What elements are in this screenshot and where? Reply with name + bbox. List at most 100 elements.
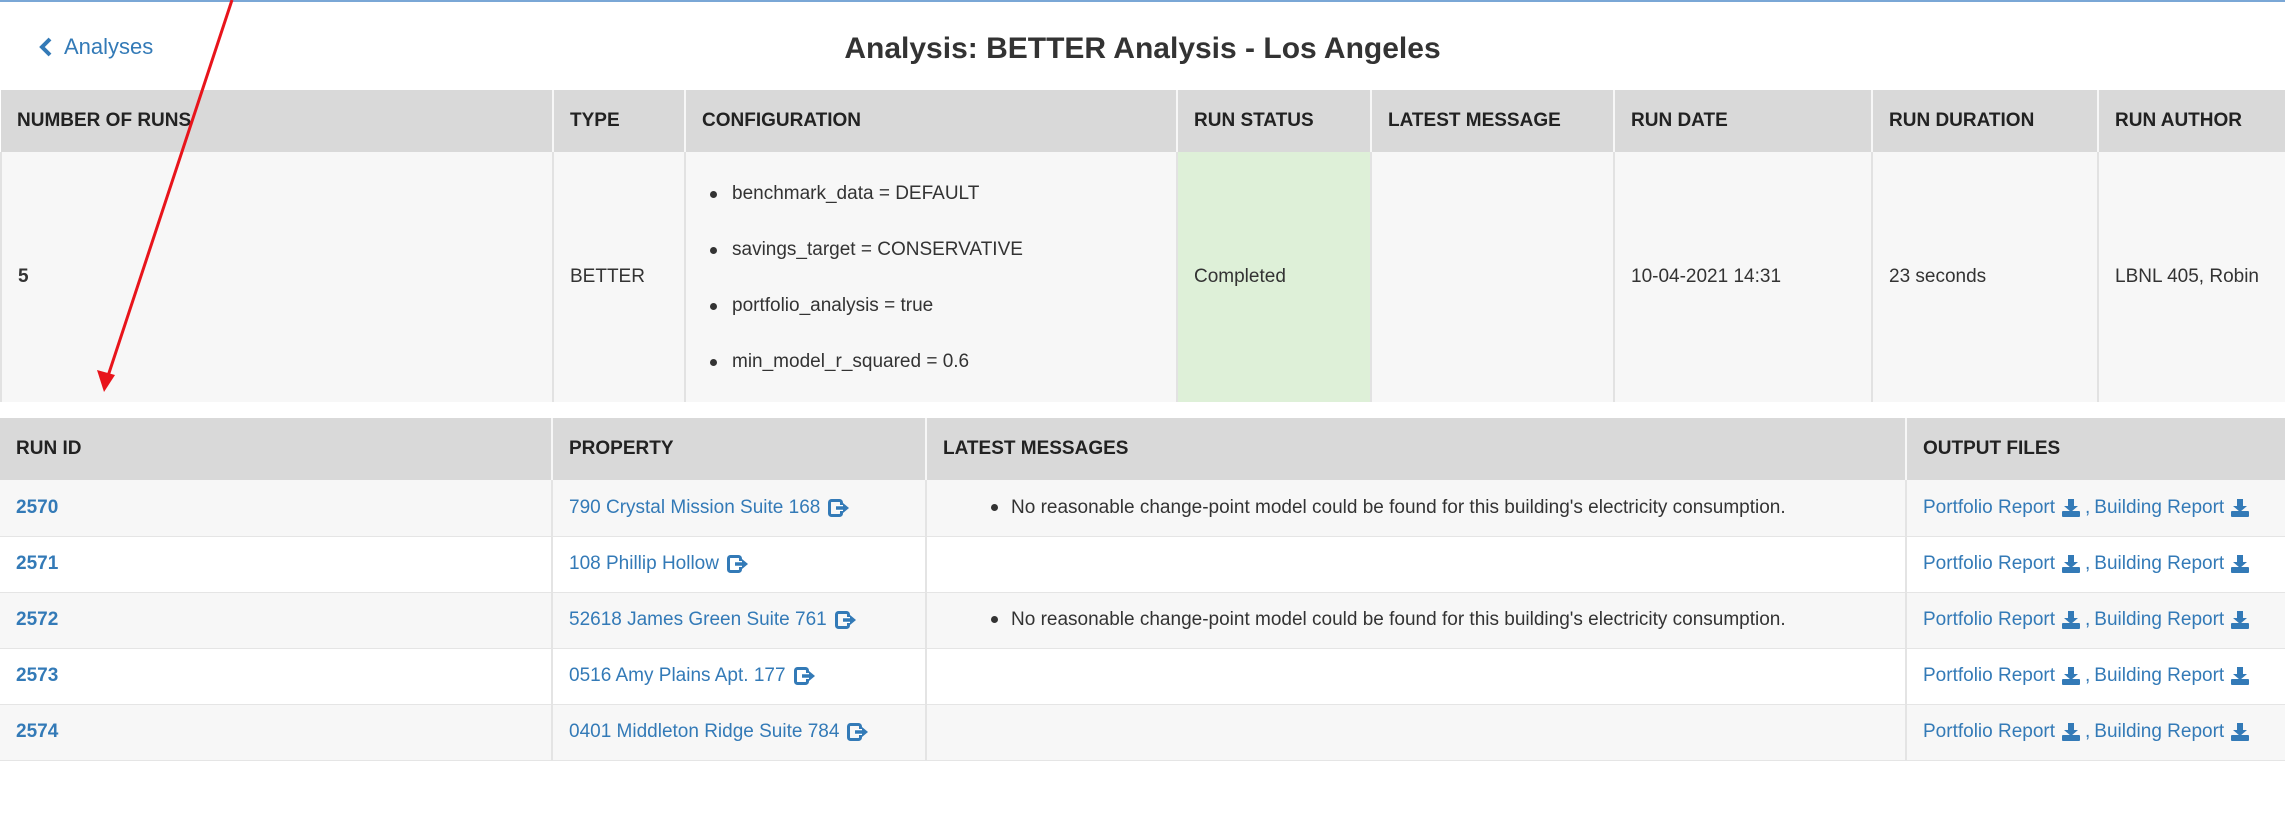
config-item: min_model_r_squared = 0.6 (710, 352, 1160, 371)
run-id-link[interactable]: 2570 (16, 497, 58, 518)
property-cell: 0516 Amy Plains Apt. 177 (551, 648, 926, 704)
file-separator: , (2085, 553, 2091, 574)
download-icon (2062, 498, 2081, 517)
file-separator: , (2085, 665, 2091, 686)
portfolio-report-link[interactable]: Portfolio Report (1923, 609, 2081, 631)
portfolio-report-label: Portfolio Report (1923, 553, 2056, 574)
message-item: No reasonable change-point model could b… (991, 497, 1889, 519)
download-icon (2062, 667, 2081, 685)
page-title: Analysis: BETTER Analysis - Los Angeles (844, 32, 1441, 65)
building-report-link[interactable]: Building Report (2094, 609, 2250, 631)
output-files-cell: Portfolio Report, Building Report (1905, 480, 2285, 536)
run-id-cell: 2572 (0, 592, 552, 648)
external-link-icon (828, 498, 850, 517)
download-icon (2231, 611, 2250, 629)
output-files: Portfolio Report, Building Report (1923, 553, 2250, 575)
external-link-icon (726, 555, 748, 573)
download-icon (2062, 723, 2081, 741)
property-link[interactable]: 0516 Amy Plains Apt. 177 (569, 665, 816, 687)
run-id-link[interactable]: 2572 (16, 609, 58, 630)
output-files-cell: Portfolio Report, Building Report (1905, 648, 2285, 704)
run-id-cell: 2571 (0, 536, 552, 592)
configuration-cell: benchmark_data = DEFAULT savings_target … (684, 152, 1177, 402)
col-run-author[interactable]: RUN AUTHOR (2097, 90, 2285, 152)
latest-message-value (1370, 152, 1614, 402)
output-files-cell: Portfolio Report, Building Report (1905, 592, 2285, 648)
table-row: 2574 0401 Middleton Ridge Suite 784 Portfo… (0, 704, 2285, 760)
property-link[interactable]: 52618 James Green Suite 761 (569, 609, 857, 631)
property-name: 0401 Middleton Ridge Suite 784 (569, 721, 840, 742)
summary-header-row: NUMBER OF RUNS TYPE CONFIGURATION RUN ST… (1, 90, 2285, 152)
portfolio-report-link[interactable]: Portfolio Report (1923, 497, 2081, 519)
col-property[interactable]: PROPERTY (551, 418, 926, 480)
property-cell: 0401 Middleton Ridge Suite 784 (551, 704, 926, 760)
download-icon (2062, 555, 2081, 573)
output-files: Portfolio Report, Building Report (1923, 665, 2250, 687)
output-files-cell: Portfolio Report, Building Report (1905, 536, 2285, 592)
table-row: 2570 790 Crystal Mission Suite 168 No reas… (0, 480, 2285, 536)
property-cell: 108 Phillip Hollow (551, 536, 926, 592)
col-run-id[interactable]: RUN ID (0, 418, 552, 480)
runs-header-row: RUN ID PROPERTY LATEST MESSAGES OUTPUT F… (0, 418, 2285, 480)
run-status-value: Completed (1176, 152, 1371, 402)
col-configuration[interactable]: CONFIGURATION (684, 90, 1177, 152)
config-item: portfolio_analysis = true (710, 296, 1160, 315)
config-item: benchmark_data = DEFAULT (710, 184, 1160, 203)
download-icon (2231, 555, 2250, 573)
portfolio-report-label: Portfolio Report (1923, 721, 2056, 742)
building-report-link[interactable]: Building Report (2094, 497, 2250, 519)
col-type[interactable]: TYPE (552, 90, 685, 152)
portfolio-report-link[interactable]: Portfolio Report (1923, 553, 2081, 575)
page-header: Analyses Analysis: BETTER Analysis - Los… (0, 2, 2285, 90)
latest-messages-cell (925, 648, 1906, 704)
col-latest-message[interactable]: LATEST MESSAGE (1370, 90, 1614, 152)
external-link-icon (847, 723, 869, 741)
message-list: No reasonable change-point model could b… (943, 497, 1889, 519)
configuration-list: benchmark_data = DEFAULT savings_target … (702, 184, 1160, 371)
table-row: 2572 52618 James Green Suite 761 No reason… (0, 592, 2285, 648)
output-files-cell: Portfolio Report, Building Report (1905, 704, 2285, 760)
property-cell: 790 Crystal Mission Suite 168 (551, 480, 926, 536)
latest-messages-cell: No reasonable change-point model could b… (925, 592, 1906, 648)
type-value: BETTER (552, 152, 685, 402)
output-files: Portfolio Report, Building Report (1923, 721, 2250, 743)
runs-table: RUN ID PROPERTY LATEST MESSAGES OUTPUT F… (0, 418, 2285, 761)
col-run-date[interactable]: RUN DATE (1613, 90, 1872, 152)
run-id-link[interactable]: 2571 (16, 553, 58, 574)
run-id-link[interactable]: 2573 (16, 665, 58, 686)
col-number-of-runs[interactable]: NUMBER OF RUNS (1, 90, 553, 152)
analysis-summary-table: NUMBER OF RUNS TYPE CONFIGURATION RUN ST… (0, 90, 2285, 402)
run-author-value: LBNL 405, Robin (2097, 152, 2285, 402)
col-output-files[interactable]: OUTPUT FILES (1905, 418, 2285, 480)
output-files: Portfolio Report, Building Report (1923, 609, 2250, 631)
run-id-cell: 2573 (0, 648, 552, 704)
property-link[interactable]: 108 Phillip Hollow (569, 553, 749, 575)
output-files: Portfolio Report, Building Report (1923, 497, 2250, 519)
col-latest-messages[interactable]: LATEST MESSAGES (925, 418, 1906, 480)
property-name: 52618 James Green Suite 761 (569, 609, 827, 630)
col-run-status[interactable]: RUN STATUS (1176, 90, 1371, 152)
property-link[interactable]: 790 Crystal Mission Suite 168 (569, 497, 850, 519)
building-report-link[interactable]: Building Report (2094, 721, 2250, 743)
portfolio-report-label: Portfolio Report (1923, 496, 2056, 518)
col-run-duration[interactable]: RUN DURATION (1871, 90, 2098, 152)
portfolio-report-link[interactable]: Portfolio Report (1923, 721, 2081, 743)
config-item: savings_target = CONSERVATIVE (710, 240, 1160, 259)
file-separator: , (2085, 721, 2091, 742)
building-report-link[interactable]: Building Report (2094, 665, 2250, 687)
portfolio-report-label: Portfolio Report (1923, 609, 2056, 630)
property-cell: 52618 James Green Suite 761 (551, 592, 926, 648)
run-id-link[interactable]: 2574 (16, 721, 58, 742)
file-separator: , (2085, 609, 2091, 630)
building-report-label: Building Report (2094, 721, 2225, 742)
table-row: 2571 108 Phillip Hollow Portfolio Report, B… (0, 536, 2285, 592)
run-date-value: 10-04-2021 14:31 (1613, 152, 1872, 402)
download-icon (2231, 667, 2250, 685)
building-report-label: Building Report (2094, 553, 2225, 574)
portfolio-report-link[interactable]: Portfolio Report (1923, 665, 2081, 687)
property-link[interactable]: 0401 Middleton Ridge Suite 784 (569, 721, 869, 743)
property-name: 108 Phillip Hollow (569, 553, 719, 574)
building-report-link[interactable]: Building Report (2094, 553, 2250, 575)
download-icon (2231, 723, 2250, 741)
summary-row: 5 BETTER benchmark_data = DEFAULT saving… (0, 152, 2285, 402)
